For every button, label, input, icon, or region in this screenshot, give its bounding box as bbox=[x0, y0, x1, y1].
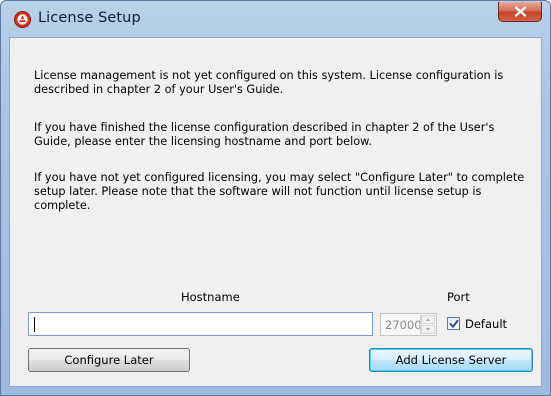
chevron-up-icon bbox=[426, 318, 430, 321]
logo-icon bbox=[14, 11, 31, 28]
text-caret bbox=[34, 317, 35, 332]
port-spinbox[interactable]: 27000 bbox=[380, 313, 437, 336]
port-value: 27000 bbox=[385, 318, 422, 332]
spin-up-button[interactable] bbox=[421, 315, 435, 324]
license-setup-window: License Setup License management is not … bbox=[0, 0, 551, 396]
chevron-down-icon bbox=[426, 328, 430, 331]
close-icon bbox=[514, 6, 527, 17]
spin-buttons bbox=[420, 315, 435, 334]
close-button[interactable] bbox=[498, 2, 542, 22]
hostname-label: Hostname bbox=[181, 290, 240, 304]
title-bar[interactable]: License Setup bbox=[1, 1, 550, 37]
configure-later-button[interactable]: Configure Later bbox=[28, 348, 190, 372]
checkmark-icon bbox=[449, 319, 459, 328]
hostname-input[interactable] bbox=[28, 312, 373, 336]
default-checkbox[interactable] bbox=[447, 317, 460, 330]
message-paragraph-1: License management is not yet configured… bbox=[34, 69, 504, 96]
add-license-server-button[interactable]: Add License Server bbox=[369, 348, 533, 372]
spin-down-button[interactable] bbox=[421, 325, 435, 334]
message-paragraph-2: If you have finished the license configu… bbox=[34, 121, 495, 148]
window-title: License Setup bbox=[38, 10, 141, 26]
default-label[interactable]: Default bbox=[465, 317, 507, 331]
message-paragraph-3: If you have not yet configured licensing… bbox=[34, 171, 525, 212]
port-label: Port bbox=[447, 290, 470, 304]
